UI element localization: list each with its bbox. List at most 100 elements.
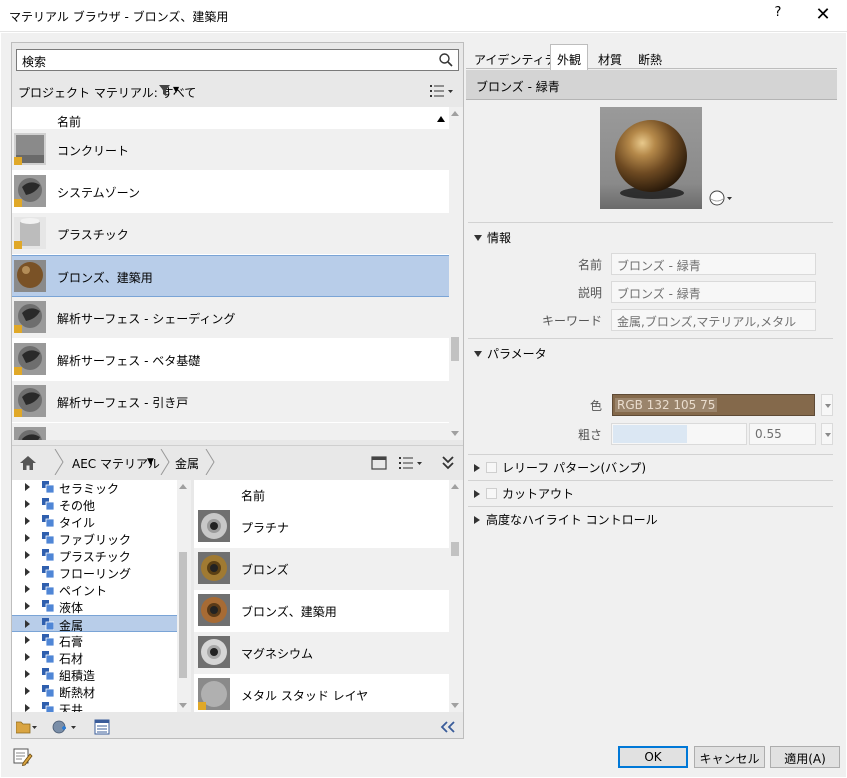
- scroll-thumb[interactable]: [179, 552, 187, 678]
- roughness-options-button[interactable]: [821, 423, 833, 445]
- expand-triangle-icon[interactable]: [25, 534, 30, 542]
- ok-button[interactable]: OK: [618, 746, 688, 768]
- cutout-checkbox[interactable]: [486, 488, 497, 499]
- folder-icon[interactable]: [16, 720, 38, 734]
- list-item[interactable]: プラチナ: [194, 506, 449, 548]
- tree-item[interactable]: 石膏: [12, 632, 177, 649]
- expand-triangle-icon[interactable]: [474, 464, 480, 472]
- expand-triangle-icon[interactable]: [474, 516, 480, 524]
- tree-scrollbar[interactable]: [177, 480, 191, 712]
- tree-item[interactable]: 液体: [12, 598, 177, 615]
- search-input[interactable]: 検索: [16, 49, 459, 71]
- filter-icon[interactable]: [159, 85, 170, 96]
- project-list-scrollbar[interactable]: [449, 107, 463, 440]
- info-section-header[interactable]: 情報: [474, 229, 511, 246]
- tree-item[interactable]: ペイント: [12, 581, 177, 598]
- expand-triangle-icon[interactable]: [25, 568, 30, 576]
- keyword-field[interactable]: 金属,ブロンズ,マテリアル,メタル: [611, 309, 816, 331]
- view-options-icon[interactable]: [399, 456, 425, 470]
- name-field[interactable]: ブロンズ - 緑青: [611, 253, 816, 275]
- expand-triangle-icon[interactable]: [25, 517, 30, 525]
- tree-item[interactable]: 石材: [12, 649, 177, 666]
- roughness-slider[interactable]: [611, 423, 747, 445]
- scroll-thumb[interactable]: [451, 337, 459, 361]
- tree-item[interactable]: セラミック: [12, 480, 177, 496]
- tree-item[interactable]: 金属: [12, 615, 177, 633]
- roughness-field[interactable]: 0.55: [749, 423, 816, 445]
- expand-triangle-icon[interactable]: [25, 551, 30, 559]
- tab-thermal[interactable]: 断熱: [632, 48, 668, 69]
- tree-item[interactable]: プラスチック: [12, 547, 177, 564]
- tab-physical[interactable]: 材質: [592, 48, 628, 69]
- expand-triangle-icon[interactable]: [25, 670, 30, 678]
- chevron-down-icon[interactable]: ▼: [173, 85, 179, 94]
- list-item[interactable]: マグネシウム: [194, 632, 449, 674]
- scroll-thumb[interactable]: [451, 542, 459, 556]
- list-header[interactable]: 名前: [194, 480, 449, 506]
- toggle-panel-icon[interactable]: [371, 456, 387, 470]
- expand-triangle-icon[interactable]: [25, 585, 30, 593]
- advanced-highlight-section-header[interactable]: 高度なハイライト コントロール: [474, 511, 658, 528]
- close-button[interactable]: ✕: [811, 4, 835, 28]
- tree-item[interactable]: 組積造: [12, 666, 177, 683]
- list-item[interactable]: ブロンズ: [194, 548, 449, 590]
- expand-triangle-icon[interactable]: [25, 500, 30, 508]
- scroll-up-icon[interactable]: [179, 484, 187, 489]
- list-item[interactable]: ブロンズ、建築用: [12, 255, 449, 297]
- expand-triangle-icon[interactable]: [25, 704, 30, 712]
- material-editor-icon[interactable]: [94, 719, 110, 735]
- relief-checkbox[interactable]: [486, 462, 497, 473]
- list-item[interactable]: 解析サーフェス - シェーディング: [12, 297, 449, 339]
- list-item[interactable]: ブロンズ、建築用: [194, 590, 449, 632]
- color-swatch[interactable]: RGB 132 105 75: [612, 394, 815, 416]
- chevron-down-icon[interactable]: ▼: [147, 457, 154, 467]
- list-item[interactable]: プラスチック: [12, 213, 449, 255]
- apply-button[interactable]: 適用(A): [770, 746, 840, 768]
- expand-triangle-icon[interactable]: [25, 636, 30, 644]
- edit-material-icon[interactable]: [13, 748, 33, 766]
- list-item[interactable]: メタル スタッド レイヤ: [194, 674, 449, 712]
- scroll-down-icon[interactable]: [451, 703, 459, 708]
- collapse-left-icon[interactable]: [440, 721, 456, 733]
- expand-triangle-icon[interactable]: [25, 602, 30, 610]
- tree-item[interactable]: 断熱材: [12, 683, 177, 700]
- cancel-button[interactable]: キャンセル: [694, 746, 765, 768]
- scroll-down-icon[interactable]: [451, 431, 459, 436]
- list-item[interactable]: システムゾーン: [12, 171, 449, 213]
- search-icon[interactable]: [438, 52, 454, 68]
- home-icon[interactable]: [20, 456, 36, 470]
- collapse-triangle-icon[interactable]: [474, 235, 482, 241]
- view-options-icon[interactable]: [430, 84, 454, 98]
- expand-triangle-icon[interactable]: [25, 620, 30, 628]
- parameters-section-header[interactable]: パラメータ: [474, 345, 547, 362]
- expand-down-icon[interactable]: [441, 456, 455, 470]
- breadcrumb-metal[interactable]: 金属: [175, 455, 199, 472]
- expand-triangle-icon[interactable]: [25, 687, 30, 695]
- cutout-section-header[interactable]: カットアウト: [474, 485, 574, 502]
- preview-options[interactable]: [709, 190, 735, 209]
- library-list-scrollbar[interactable]: [449, 480, 463, 712]
- collapse-triangle-icon[interactable]: [474, 351, 482, 357]
- column-header-name[interactable]: 名前: [241, 487, 265, 504]
- list-item[interactable]: 解析サーフェス - 引き戸: [12, 381, 449, 423]
- list-item[interactable]: コンクリート: [12, 129, 449, 171]
- tree-item[interactable]: ファブリック: [12, 530, 177, 547]
- list-item[interactable]: [12, 423, 449, 440]
- column-header-name[interactable]: 名前: [57, 113, 81, 130]
- tree-item[interactable]: タイル: [12, 513, 177, 530]
- scroll-down-icon[interactable]: [179, 703, 187, 708]
- globe-add-icon[interactable]: [52, 720, 78, 734]
- color-options-button[interactable]: [821, 394, 833, 416]
- help-button[interactable]: ?: [770, 5, 786, 25]
- description-field[interactable]: ブロンズ - 緑青: [611, 281, 816, 303]
- tree-item[interactable]: フローリング: [12, 564, 177, 581]
- expand-triangle-icon[interactable]: [474, 490, 480, 498]
- tree-item[interactable]: その他: [12, 496, 177, 513]
- scroll-up-icon[interactable]: [451, 111, 459, 116]
- list-item[interactable]: 解析サーフェス - ベタ基礎: [12, 339, 449, 381]
- tab-appearance[interactable]: 外観: [550, 44, 589, 70]
- expand-triangle-icon[interactable]: [25, 653, 30, 661]
- tree-item[interactable]: 天井: [12, 700, 177, 712]
- sphere-icon[interactable]: [709, 190, 735, 206]
- relief-section-header[interactable]: レリーフ パターン(バンプ): [474, 459, 646, 476]
